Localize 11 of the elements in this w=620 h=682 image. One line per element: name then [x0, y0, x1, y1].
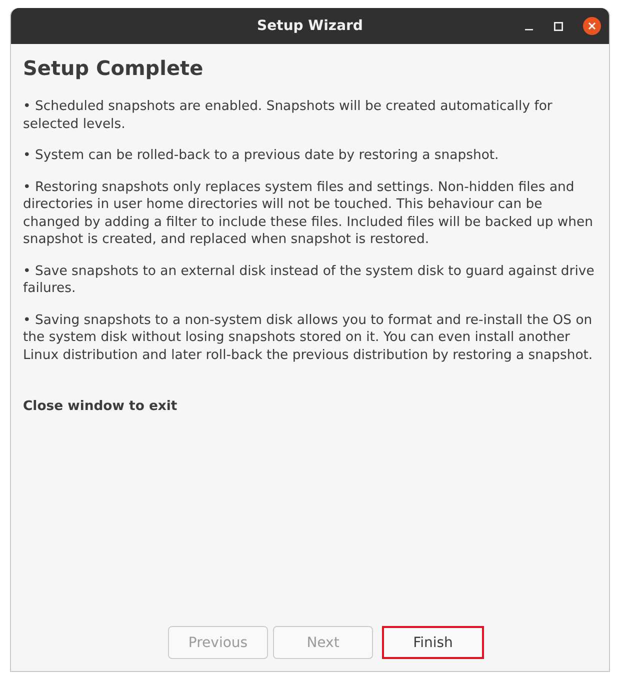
window-title: Setup Wizard	[257, 18, 363, 34]
page-heading: Setup Complete	[23, 56, 204, 80]
bullet-paragraph: • Restoring snapshots only replaces system files and settings. Non-hidden files and directories in user home directories will not be touched. This behaviour can be changed by adding a filter to include these files. Included files will be backed up when snapshot is created, and replaced when snapshot is restored.	[23, 178, 594, 248]
bullet-paragraph: • Scheduled snapshots are enabled. Snapshots will be created automatically for selected levels.	[23, 98, 554, 133]
bullet-paragraph: • Save snapshots to an external disk instead of the system disk to guard against drive failures.	[23, 262, 596, 298]
bullet-paragraph: • Saving snapshots to a non-system disk allows you to format and re-install the OS on the system disk without losing snapshots stored on it. You can even install another Linux distribution and later roll-back the previous distribution by restoring a snapshot.	[23, 312, 594, 364]
wizard-button[interactable]: Finish	[382, 626, 484, 659]
exit-note: Close window to exit	[23, 398, 178, 416]
maximize-icon[interactable]	[554, 22, 563, 30]
bullet-paragraph: • System can be rolled-back to a previous date by restoring a snapshot.	[23, 147, 500, 164]
close-icon[interactable]	[583, 17, 601, 35]
